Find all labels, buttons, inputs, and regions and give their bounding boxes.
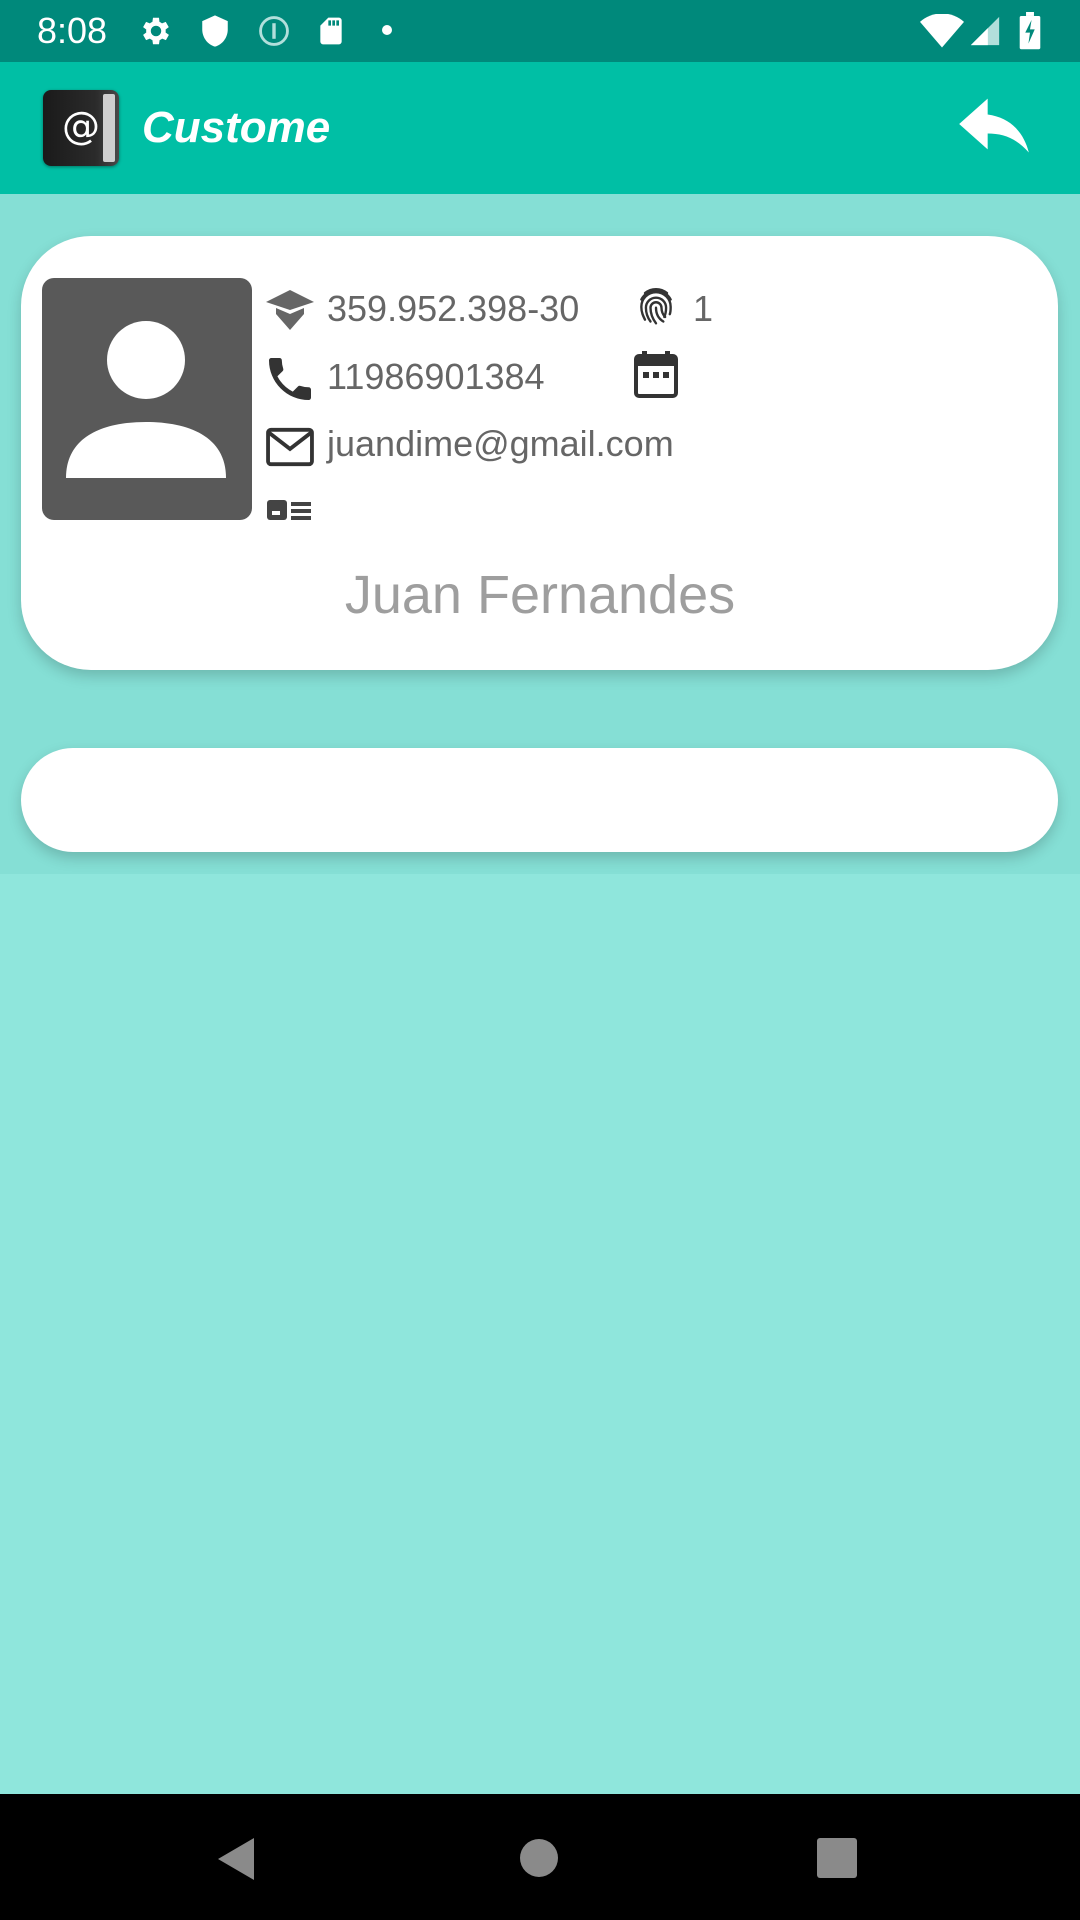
cpf-text: 359.952.398-30 [327,288,580,329]
app-title: Custome [142,103,331,152]
info-icon [259,16,289,46]
signal-icon [970,16,1000,46]
secondary-card[interactable] [21,748,1058,852]
dot-icon [382,25,392,35]
fingerprint-icon [640,288,672,325]
receita-federal-icon [266,290,314,330]
home-circle-icon[interactable] [518,1837,560,1879]
recents-square-icon[interactable] [816,1837,858,1879]
customer-name: Juan Fernandes [344,565,736,625]
address-book-at-icon: @ [43,90,119,166]
status-bar: 8:08 [0,0,1080,62]
navigation-bar [0,1794,1080,1920]
email-icon [266,427,314,467]
app-bar: @ Custome [0,62,1080,194]
battery-charging-icon [1019,12,1041,50]
person-icon [66,321,226,478]
shield-icon [202,15,228,47]
id-card-icon [267,500,311,520]
phone-text: 11986901384 [327,356,545,397]
sd-card-icon [320,17,342,45]
customer-id-text: 1 [693,288,714,329]
reply-icon[interactable] [956,92,1032,156]
phone-icon [269,358,311,400]
avatar [42,278,252,520]
status-time: 8:08 [37,10,108,51]
back-triangle-icon[interactable] [214,1836,260,1882]
settings-icon [143,17,169,45]
email-text: juandime@gmail.com [327,423,674,464]
wifi-icon [920,14,964,48]
calendar-icon [634,351,678,398]
